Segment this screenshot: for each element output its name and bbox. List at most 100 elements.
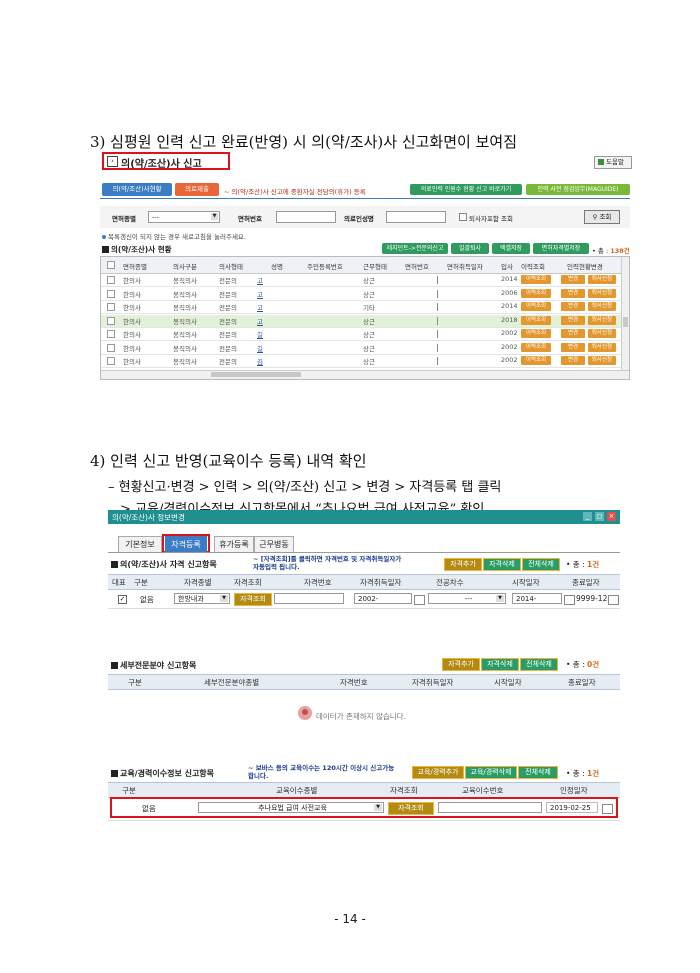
calendar-icon[interactable] bbox=[564, 595, 575, 605]
table-row[interactable]: 한의사 봉직의사 전문의 길 상근 2002 이력조회 변경 퇴사신청 bbox=[101, 342, 623, 355]
doctor-name-link[interactable]: 길 bbox=[257, 343, 263, 353]
license-type-select[interactable]: --- ▼ bbox=[148, 211, 220, 223]
doctor-name-link[interactable]: 고 bbox=[257, 316, 263, 326]
add-qualification-button[interactable]: 자격추가 bbox=[444, 558, 482, 571]
table-row[interactable]: 한의사 봉직의사 전문의 고 상근 2014 이력조회 변경 퇴사신청 bbox=[101, 274, 623, 287]
major-order-select[interactable]: --- ▼ bbox=[428, 593, 506, 604]
change-button[interactable]: 변경 bbox=[561, 329, 585, 338]
retire-request-button[interactable]: 퇴사신청 bbox=[588, 315, 616, 325]
education-lookup-button[interactable]: 자격조회 bbox=[388, 802, 434, 815]
close-icon[interactable]: × bbox=[607, 512, 616, 521]
tab-basic-info[interactable]: 기본정보 bbox=[118, 536, 162, 553]
license-number-input[interactable] bbox=[276, 211, 336, 223]
education-type-select[interactable]: 추나요법 급여 사전교육 ▼ bbox=[198, 802, 384, 813]
tab-qualification[interactable]: 자격등록 bbox=[165, 536, 207, 553]
history-button[interactable]: 이력조회 bbox=[521, 275, 551, 284]
shortcut-button[interactable]: 의료인력 인원수 현황 신고 바로가기 bbox=[410, 184, 522, 195]
acquisition-date-input[interactable]: 2002- bbox=[354, 593, 412, 604]
license-save-button[interactable]: 면허자격별저장 bbox=[533, 243, 589, 254]
notice-text: ~ 의(약/조산)사 신고에 중환자실 전담의(휴가) 등록 bbox=[224, 188, 366, 196]
vertical-scrollbar[interactable] bbox=[621, 257, 629, 371]
calendar-icon[interactable] bbox=[602, 804, 613, 814]
calendar-icon[interactable] bbox=[608, 595, 619, 605]
bulk-retire-button[interactable]: 일괄퇴사 bbox=[451, 243, 489, 254]
qualification-section-title: 의(약/조산)사 자격 신고항목 bbox=[111, 559, 217, 570]
history-button[interactable]: 이력조회 bbox=[521, 329, 551, 338]
table-row[interactable]: 한의사 봉직의사 전문의 고 상근 2018 이력조회 변경 퇴사신청 bbox=[101, 314, 623, 328]
retire-request-button[interactable]: 퇴사신청 bbox=[588, 302, 616, 311]
tab-leave[interactable]: 휴가등록 bbox=[214, 536, 254, 553]
change-button[interactable]: 변경 bbox=[561, 315, 585, 325]
qualification-table-header: 대표 구분 자격종별 자격조회 자격번호 자격취득일자 전공차수 시작일자 종료… bbox=[108, 574, 620, 590]
change-button[interactable]: 변경 bbox=[561, 275, 585, 284]
total-count: • 총 : 138건 bbox=[592, 247, 630, 255]
delete-all-subspecialty-button[interactable]: 전체삭제 bbox=[520, 658, 558, 671]
qualification-type-select[interactable]: 한방내과 ▼ bbox=[174, 593, 230, 604]
start-date-input[interactable]: 2014- bbox=[512, 593, 562, 604]
qualification-lookup-button[interactable]: 자격조회 bbox=[234, 593, 272, 606]
table-row[interactable]: 한의사 봉직의사 전문의 김 상근 2002 이력조회 변경 퇴사신청 bbox=[101, 355, 623, 368]
retire-request-button[interactable]: 퇴사신청 bbox=[588, 342, 616, 352]
doctor-name-link[interactable]: 김 bbox=[257, 356, 263, 366]
minimize-icon[interactable]: _ bbox=[583, 512, 592, 521]
row-checkbox[interactable] bbox=[107, 303, 115, 311]
tab-ward[interactable]: 근무병동 bbox=[254, 536, 294, 553]
horizontal-scrollbar[interactable] bbox=[101, 370, 629, 379]
change-button[interactable]: 변경 bbox=[561, 356, 585, 365]
history-button[interactable]: 이력조회 bbox=[521, 342, 551, 352]
include-retired-checkbox[interactable] bbox=[459, 213, 467, 221]
history-button[interactable]: 이력조회 bbox=[521, 315, 551, 325]
help-button[interactable]: 도움말 bbox=[594, 156, 632, 169]
table-row[interactable]: 한의사 봉직의사 전문의 길 상근 2002 이력조회 변경 퇴사신청 bbox=[101, 328, 623, 341]
qualification-count: • 총 : 1건 bbox=[566, 560, 600, 569]
table-row[interactable]: 한의사 봉직의사 전문의 고 기타 2014 이력조회 변경 퇴사신청 bbox=[101, 301, 623, 314]
subspecialty-section-title: 세부전문분야 신고항목 bbox=[111, 660, 196, 671]
change-button[interactable]: 변경 bbox=[561, 302, 585, 311]
retire-request-button[interactable]: 퇴사신청 bbox=[588, 356, 616, 365]
delete-all-education-button[interactable]: 전체삭제 bbox=[518, 766, 558, 779]
doctor-name-link[interactable]: 고 bbox=[257, 302, 263, 312]
tab-submit[interactable]: 의료제출 bbox=[175, 183, 219, 196]
recognition-date-input[interactable]: 2019-02-25 bbox=[546, 802, 598, 813]
divider bbox=[100, 198, 630, 199]
education-number-input[interactable] bbox=[438, 802, 542, 813]
excel-save-button[interactable]: 엑셀저장 bbox=[492, 243, 530, 254]
history-button[interactable]: 이력조회 bbox=[521, 288, 551, 298]
add-subspecialty-button[interactable]: 자격추가 bbox=[442, 658, 480, 671]
calendar-icon[interactable] bbox=[414, 595, 425, 605]
row-checkbox[interactable] bbox=[107, 289, 115, 298]
qualification-number-input[interactable] bbox=[274, 593, 344, 604]
row-checkbox[interactable] bbox=[107, 330, 115, 338]
doctor-name-link[interactable]: 고 bbox=[257, 289, 263, 299]
representative-checkbox[interactable]: ✓ bbox=[118, 595, 127, 604]
retire-request-button[interactable]: 퇴사신청 bbox=[588, 329, 616, 338]
search-button[interactable]: ⚲ 조회 bbox=[584, 210, 620, 224]
delete-education-button[interactable]: 교육/경력삭제 bbox=[465, 766, 517, 779]
delete-subspecialty-button[interactable]: 자격삭제 bbox=[481, 658, 519, 671]
add-education-button[interactable]: 교육/경력추가 bbox=[412, 766, 464, 779]
row-checkbox[interactable] bbox=[107, 276, 115, 284]
resident-to-specialist-button[interactable]: 레지던트->전문의신고 bbox=[382, 243, 448, 254]
tab-current-status[interactable]: 의(약/조산)사현황 bbox=[102, 183, 172, 196]
maximize-icon[interactable]: □ bbox=[595, 512, 604, 521]
row-checkbox[interactable] bbox=[107, 316, 115, 325]
row-checkbox[interactable] bbox=[107, 357, 115, 365]
guide-button[interactable]: 인력 사전 점검업무(MAGUIDE) bbox=[526, 184, 630, 195]
page-number: - 14 - bbox=[334, 912, 366, 926]
retire-request-button[interactable]: 퇴사신청 bbox=[588, 288, 616, 298]
select-all-checkbox[interactable] bbox=[107, 261, 115, 269]
change-button[interactable]: 변경 bbox=[561, 342, 585, 352]
retire-request-button[interactable]: 퇴사신청 bbox=[588, 275, 616, 284]
change-button[interactable]: 변경 bbox=[561, 288, 585, 298]
history-button[interactable]: 이력조회 bbox=[521, 302, 551, 311]
table-row[interactable]: 한의사 봉직의사 전문의 고 상근 2006 이력조회 변경 퇴사신청 bbox=[101, 288, 623, 301]
delete-qualification-button[interactable]: 자격삭제 bbox=[483, 558, 521, 571]
delete-all-button[interactable]: 전체삭제 bbox=[522, 558, 560, 571]
history-button[interactable]: 이력조회 bbox=[521, 356, 551, 365]
row-checkbox[interactable] bbox=[107, 343, 115, 352]
doctor-name-link[interactable]: 고 bbox=[257, 275, 263, 285]
filter-bar: 면허종별 --- ▼ 면허번호 의료인성명 퇴사자포함 조회 ⚲ 조회 bbox=[100, 206, 630, 228]
doctor-name-link[interactable]: 길 bbox=[257, 329, 263, 339]
instruction-line-2-clip: > 교육/경력이수정보 신고항목에서 “추나요법 급여 사전교육” 확인 bbox=[120, 498, 484, 510]
name-input[interactable] bbox=[386, 211, 446, 223]
